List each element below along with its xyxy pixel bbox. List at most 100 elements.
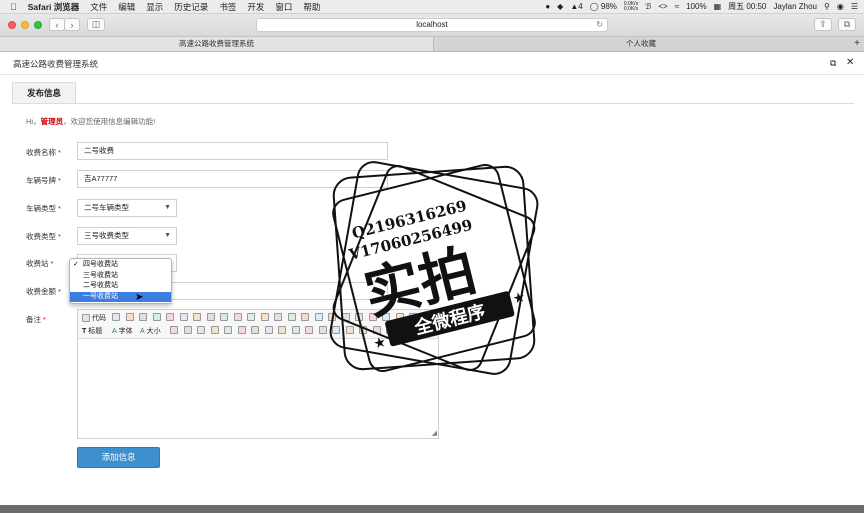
star-icon: ★ bbox=[511, 288, 527, 307]
tool-label: 字体 bbox=[118, 328, 133, 335]
editor-tool-icon[interactable] bbox=[197, 326, 205, 334]
mouse-cursor-icon: ➤ bbox=[135, 292, 144, 303]
net-down: 0.0K/s bbox=[623, 5, 639, 12]
back-button[interactable]: ‹ bbox=[49, 18, 65, 31]
editor-tool-icon[interactable] bbox=[206, 313, 215, 321]
charge-type-select[interactable]: 三号收费类型 ▼ bbox=[77, 227, 177, 245]
editor-tool-icon[interactable] bbox=[179, 313, 188, 321]
add-info-button[interactable]: 添加信息 bbox=[77, 447, 160, 468]
editor-tool-icon[interactable] bbox=[237, 326, 246, 334]
station-option[interactable]: 二号收费站 bbox=[70, 281, 171, 292]
editor-tool-icon[interactable] bbox=[152, 313, 161, 321]
editor-tool-icon[interactable] bbox=[233, 313, 242, 321]
apple-icon[interactable]:  bbox=[10, 2, 17, 12]
required-mark: * bbox=[58, 232, 61, 241]
vehicle-type-select[interactable]: 二号车辆类型 ▼ bbox=[77, 199, 177, 217]
editor-tool-icon[interactable] bbox=[193, 313, 201, 321]
menu-develop[interactable]: 开发 bbox=[247, 1, 264, 13]
editor-tool-icon[interactable] bbox=[166, 313, 174, 321]
menu-help[interactable]: 帮助 bbox=[303, 1, 320, 13]
spotlight-icon[interactable]: ⚲ bbox=[824, 2, 830, 11]
editor-tool-icon[interactable] bbox=[220, 313, 228, 321]
wechat-icon[interactable]: ● bbox=[545, 2, 550, 11]
tabs-icon: ⧉ bbox=[843, 19, 851, 29]
font-icon: A bbox=[112, 327, 117, 335]
editor-tool-icon[interactable] bbox=[287, 313, 296, 321]
share-button[interactable]: ⇧ bbox=[814, 18, 832, 31]
select-value: 三号收费类型 bbox=[84, 231, 129, 240]
tool-label: 大小 bbox=[146, 328, 161, 335]
sidebar-button[interactable]: ◫ bbox=[87, 18, 105, 31]
station-option[interactable]: ✓ 四号收费站 bbox=[70, 260, 171, 271]
label-text: 收费站 bbox=[26, 259, 49, 268]
notification-count: 4 bbox=[578, 2, 583, 11]
watermark-stamp: Q2196316269 V17060256499 实拍 全微程序 ★ ★ bbox=[329, 161, 539, 375]
editor-tool-icon[interactable] bbox=[291, 326, 300, 334]
resize-handle-icon[interactable]: ◢ bbox=[432, 429, 437, 437]
label-text: 收费名称 bbox=[26, 148, 56, 157]
code-tool[interactable]: 代码 bbox=[82, 313, 106, 323]
address-bar[interactable]: localhost ↻ bbox=[256, 18, 608, 32]
editor-tool-icon[interactable] bbox=[224, 326, 232, 334]
zoom-window-icon[interactable] bbox=[34, 21, 42, 29]
required-mark: * bbox=[58, 204, 61, 213]
bluetooth-icon[interactable]: ℬ bbox=[645, 2, 651, 11]
menu-history[interactable]: 历史记录 bbox=[174, 1, 208, 13]
editor-tool-icon[interactable] bbox=[170, 326, 178, 334]
tab-favorites[interactable]: 个人收藏 bbox=[434, 37, 848, 51]
tabs-overview-button[interactable]: ⧉ bbox=[838, 18, 856, 31]
menu-file[interactable]: 文件 bbox=[90, 1, 107, 13]
editor-tool-icon[interactable] bbox=[125, 313, 134, 321]
editor-tool-icon[interactable] bbox=[274, 313, 282, 321]
new-tab-button[interactable]: + bbox=[850, 37, 864, 51]
editor-tool-icon[interactable] bbox=[264, 326, 273, 334]
editor-tool-icon[interactable] bbox=[251, 326, 259, 334]
close-window-icon[interactable] bbox=[8, 21, 16, 29]
share-icon: ⇧ bbox=[819, 19, 827, 29]
clock[interactable]: 周五 00:50 bbox=[728, 1, 766, 12]
notification-badge[interactable]: ▲4 bbox=[570, 2, 582, 11]
editor-tool-icon[interactable] bbox=[260, 313, 269, 321]
reload-icon[interactable]: ↻ bbox=[596, 19, 603, 31]
restore-icon[interactable]: ⧉ bbox=[830, 58, 836, 69]
tab-publish-info[interactable]: 发布信息 bbox=[12, 82, 76, 103]
editor-tool-icon[interactable] bbox=[183, 326, 192, 334]
font-tool[interactable]: A 字体 bbox=[112, 326, 133, 336]
wifi-icon[interactable]: ≈ bbox=[675, 2, 679, 11]
desktop-strip bbox=[0, 505, 864, 513]
tab-bar: 高速公路收费管理系统 个人收藏 + bbox=[0, 36, 864, 52]
editor-tool-icon[interactable] bbox=[210, 326, 219, 334]
label-text: 收费金额 bbox=[26, 287, 56, 296]
editor-tool-icon[interactable] bbox=[139, 313, 147, 321]
input-method-icon[interactable]: ▦ bbox=[714, 2, 722, 11]
required-mark: * bbox=[50, 259, 54, 268]
menu-view[interactable]: 显示 bbox=[146, 1, 163, 13]
minimize-window-icon[interactable] bbox=[21, 21, 29, 29]
notification-center-icon[interactable]: ☰ bbox=[851, 2, 858, 11]
chevron-down-icon: ▼ bbox=[164, 204, 171, 211]
battery-status[interactable]: ◯ 98% bbox=[590, 2, 617, 11]
close-icon[interactable]: ✕ bbox=[846, 57, 854, 68]
code-icon[interactable]: <> bbox=[658, 2, 667, 11]
forward-button[interactable]: › bbox=[64, 18, 80, 31]
editor-tool-icon[interactable] bbox=[301, 313, 309, 321]
editor-tool-icon[interactable] bbox=[278, 326, 286, 334]
station-option[interactable]: 三号收费站 bbox=[70, 271, 171, 282]
required-mark: * bbox=[58, 176, 61, 185]
qq-icon[interactable]: ◆ bbox=[557, 2, 563, 11]
menu-window[interactable]: 窗口 bbox=[275, 1, 292, 13]
label-text: 车辆类型 bbox=[26, 204, 56, 213]
source-icon bbox=[82, 314, 90, 322]
editor-tool-icon[interactable] bbox=[112, 313, 120, 321]
menu-app-name[interactable]: Safari 浏览器 bbox=[28, 1, 80, 13]
heading-tool[interactable]: T 标题 bbox=[82, 326, 102, 336]
menu-bookmarks[interactable]: 书签 bbox=[219, 1, 236, 13]
menu-edit[interactable]: 编辑 bbox=[118, 1, 135, 13]
size-tool[interactable]: A 大小 bbox=[140, 326, 161, 336]
station-option-highlighted[interactable]: 一号收费站 bbox=[70, 291, 171, 302]
brightness-status[interactable]: 100% bbox=[686, 2, 706, 11]
user-name[interactable]: Jaylan Zhou bbox=[773, 2, 817, 11]
tab-active[interactable]: 高速公路收费管理系统 bbox=[0, 37, 434, 51]
editor-tool-icon[interactable] bbox=[247, 313, 255, 321]
siri-icon[interactable]: ◉ bbox=[837, 2, 844, 11]
